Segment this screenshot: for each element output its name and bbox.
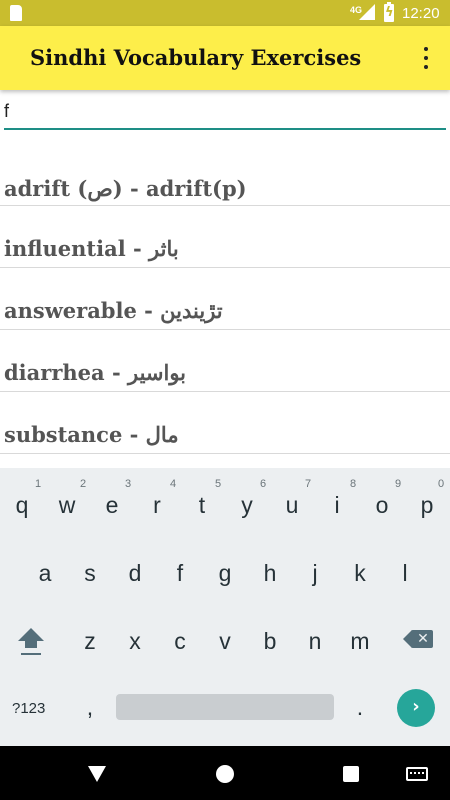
list-item[interactable]: substance - مال: [0, 392, 450, 454]
key-p[interactable]: p: [407, 492, 447, 519]
key-k[interactable]: k: [340, 560, 380, 587]
search-field[interactable]: [4, 96, 446, 130]
keyboard-icon[interactable]: [406, 767, 428, 781]
list-item-label: substance - مال: [4, 422, 179, 447]
key-e[interactable]: e: [92, 492, 132, 519]
back-icon[interactable]: [88, 766, 106, 782]
signal-icon: [359, 4, 375, 20]
key-hint-9: 9: [394, 478, 402, 490]
key-hint-1: 1: [34, 478, 42, 490]
key-f[interactable]: f: [160, 560, 200, 587]
key-hint-3: 3: [124, 478, 132, 490]
key-l[interactable]: l: [385, 560, 425, 587]
app-title: Sindhi Vocabulary Exercises: [30, 45, 362, 70]
key-t[interactable]: t: [182, 492, 222, 519]
battery-charging-icon: ϟ: [384, 2, 394, 22]
key-hint-6: 6: [259, 478, 267, 490]
key-h[interactable]: h: [250, 560, 290, 587]
results-list: adrift (ص) - adrift(p) influential - باث…: [0, 150, 450, 454]
list-item[interactable]: adrift (ص) - adrift(p): [0, 150, 450, 206]
key-i[interactable]: i: [317, 492, 357, 519]
navigation-bar: [0, 746, 450, 800]
key-v[interactable]: v: [205, 628, 245, 655]
key-q[interactable]: q: [2, 492, 42, 519]
recents-icon[interactable]: [343, 766, 359, 782]
backspace-glyph: ✕: [417, 631, 429, 647]
list-item-label: answerable - تڙيندين: [4, 298, 223, 323]
key-x[interactable]: x: [115, 628, 155, 655]
key-r[interactable]: r: [137, 492, 177, 519]
key-comma[interactable]: ,: [70, 694, 110, 721]
key-period[interactable]: .: [340, 694, 380, 721]
status-bar: 4G ϟ 12:20: [0, 0, 450, 26]
enter-arrow-icon: ›: [412, 696, 420, 717]
key-g[interactable]: g: [205, 560, 245, 587]
backspace-icon[interactable]: ✕: [403, 630, 433, 648]
key-n[interactable]: n: [295, 628, 335, 655]
key-hint-2: 2: [79, 478, 87, 490]
status-time: 12:20: [402, 5, 440, 22]
symbols-key[interactable]: ?123: [12, 700, 45, 717]
key-hint-5: 5: [214, 478, 222, 490]
search-input[interactable]: [4, 96, 446, 126]
list-item[interactable]: answerable - تڙيندين: [0, 268, 450, 330]
soft-keyboard: q w e r t y u i o p 1 2 3 4 5 6 7 8 9 0 …: [0, 468, 450, 746]
key-z[interactable]: z: [70, 628, 110, 655]
key-c[interactable]: c: [160, 628, 200, 655]
key-u[interactable]: u: [272, 492, 312, 519]
overflow-menu-icon[interactable]: [416, 44, 436, 72]
list-item-label: diarrhea - بواسير: [4, 360, 187, 385]
list-item-label: adrift (ص) - adrift(p): [4, 176, 247, 201]
key-hint-4: 4: [169, 478, 177, 490]
app-screen: 4G ϟ 12:20 Sindhi Vocabulary Exercises a…: [0, 0, 450, 800]
key-y[interactable]: y: [227, 492, 267, 519]
sd-card-icon: [10, 5, 22, 21]
key-j[interactable]: j: [295, 560, 335, 587]
key-hint-8: 8: [349, 478, 357, 490]
list-item[interactable]: diarrhea - بواسير: [0, 330, 450, 392]
home-icon[interactable]: [216, 765, 234, 783]
list-item[interactable]: influential - باثر: [0, 206, 450, 268]
enter-key[interactable]: ›: [397, 689, 435, 727]
list-item-label: influential - باثر: [4, 236, 179, 261]
app-bar: Sindhi Vocabulary Exercises: [0, 26, 450, 90]
key-hint-7: 7: [304, 478, 312, 490]
key-w[interactable]: w: [47, 492, 87, 519]
space-key[interactable]: [116, 694, 334, 720]
key-d[interactable]: d: [115, 560, 155, 587]
shift-key-icon[interactable]: [18, 628, 44, 658]
key-s[interactable]: s: [70, 560, 110, 587]
key-o[interactable]: o: [362, 492, 402, 519]
key-m[interactable]: m: [340, 628, 380, 655]
key-b[interactable]: b: [250, 628, 290, 655]
key-a[interactable]: a: [25, 560, 65, 587]
key-hint-0: 0: [437, 478, 445, 490]
